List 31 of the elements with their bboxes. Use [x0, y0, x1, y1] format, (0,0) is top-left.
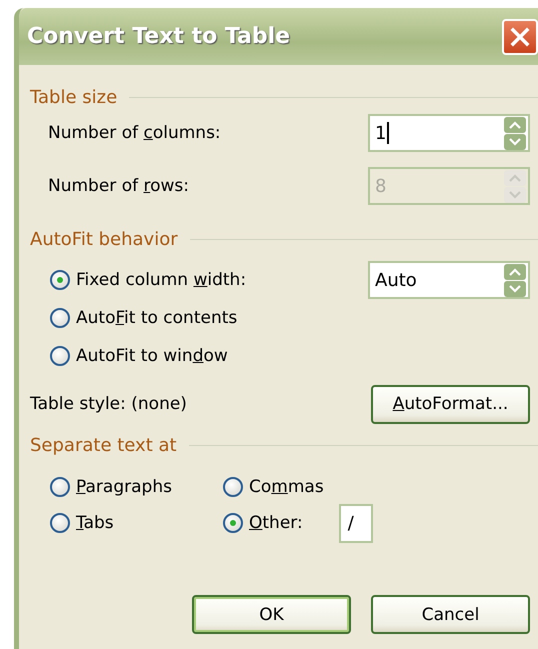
radio-label: AutoFit to contents — [75, 308, 238, 328]
field-label: Number of columns: — [47, 123, 221, 143]
radio-label: AutoFit to window — [75, 346, 228, 366]
group-heading: AutoFit behavior — [30, 228, 178, 250]
radio-button[interactable] — [50, 513, 70, 533]
radio-label: Paragraphs — [75, 477, 172, 497]
window-title: Convert Text to Table — [27, 24, 290, 49]
radio-label: Fixed column width: — [75, 270, 246, 290]
radio-button[interactable] — [50, 308, 70, 328]
radio-label: Other: — [248, 513, 303, 533]
close-button[interactable] — [502, 18, 538, 54]
field-label: Number of rows: — [47, 176, 189, 196]
dialog-button[interactable]: Cancel — [371, 595, 530, 634]
spinner-value: 8 — [375, 176, 386, 196]
radio-label: Commas — [248, 477, 324, 497]
group-heading: Table size — [30, 86, 118, 108]
autoformat-button[interactable]: AutoFormat... — [371, 384, 530, 424]
radio-label: Tabs — [75, 513, 114, 533]
table-style-label: Table style: (none) — [30, 394, 187, 414]
radio-button[interactable] — [223, 513, 243, 533]
spinner-value: Auto — [375, 270, 417, 290]
input-field[interactable]: / — [338, 504, 373, 542]
dialog-button[interactable]: OK — [192, 595, 351, 634]
group-heading: Separate text at — [30, 434, 177, 456]
close-icon — [509, 26, 531, 48]
radio-button[interactable] — [50, 477, 70, 497]
radio-button[interactable] — [50, 270, 70, 290]
spinner-value: 1 — [375, 122, 386, 144]
radio-button[interactable] — [223, 477, 243, 497]
radio-button[interactable] — [50, 346, 70, 366]
text-caret — [387, 122, 390, 144]
